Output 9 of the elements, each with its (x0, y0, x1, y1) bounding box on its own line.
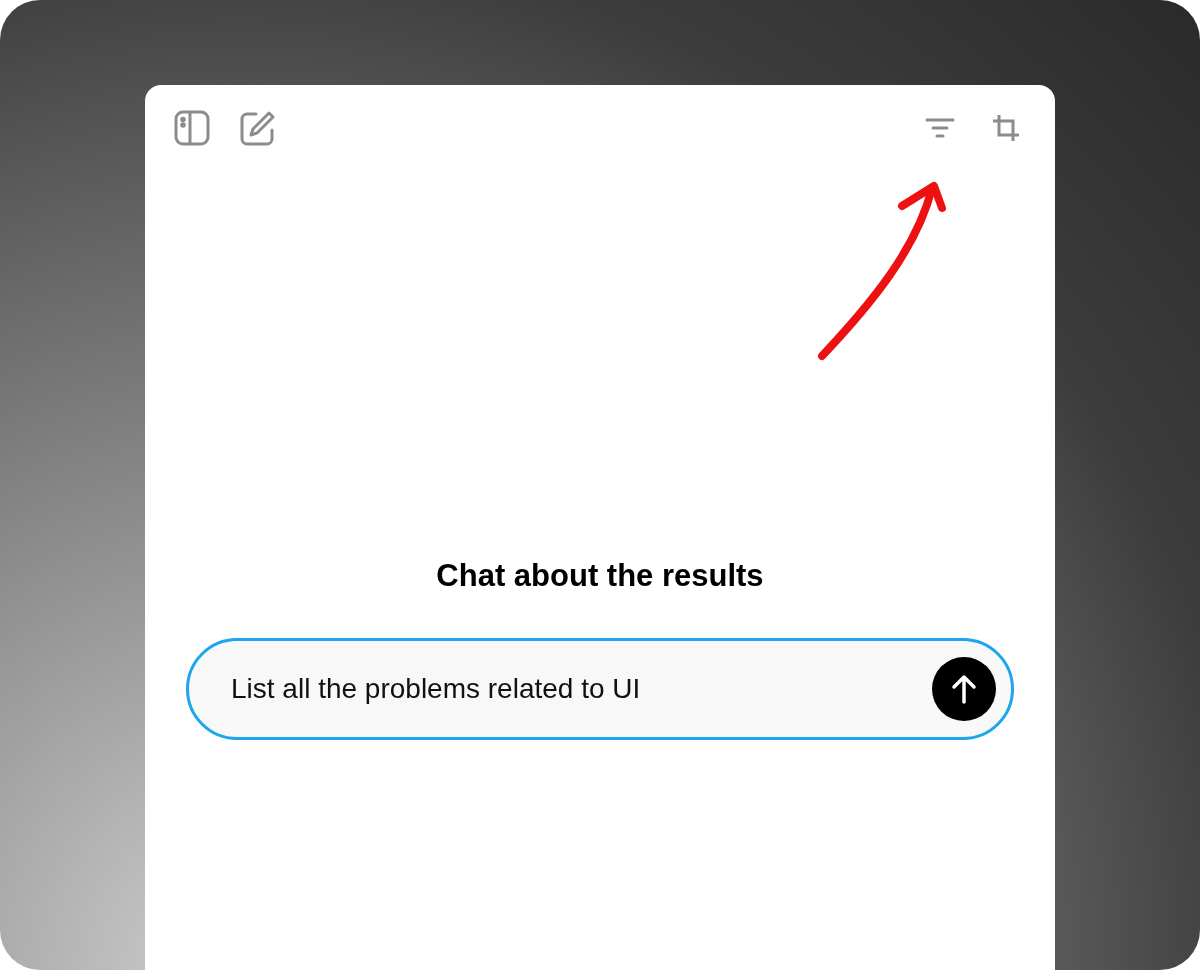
sidebar-toggle-button[interactable] (173, 109, 211, 147)
chat-heading: Chat about the results (436, 557, 764, 595)
filter-icon (925, 117, 955, 139)
chat-input-field[interactable]: List all the problems related to UI (186, 637, 1014, 740)
new-chat-button[interactable] (239, 109, 277, 147)
arrow-up-icon (951, 673, 977, 704)
edit-icon (240, 110, 276, 146)
crop-icon (992, 114, 1020, 142)
sidebar-icon (174, 110, 210, 146)
